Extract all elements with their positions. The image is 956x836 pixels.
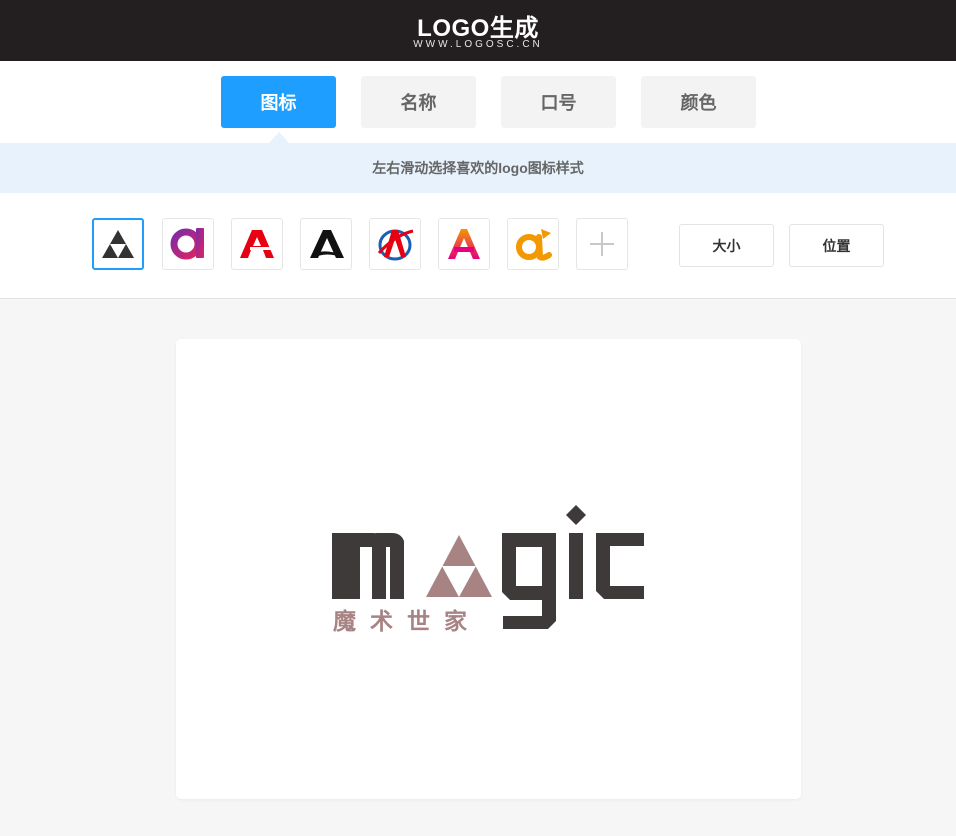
icon-option-add[interactable] — [576, 218, 628, 270]
position-button[interactable]: 位置 — [789, 224, 884, 267]
letter-a-orange-icon — [516, 229, 552, 261]
icon-option-gradient-a[interactable] — [162, 218, 214, 270]
icon-option-red-a[interactable] — [231, 218, 283, 270]
brand-url: WWW.LOGOSC.CN — [413, 39, 543, 50]
letter-a-orbit-icon — [377, 229, 414, 261]
logo-letter-i — [566, 505, 586, 599]
icon-option-triforce[interactable] — [92, 218, 144, 270]
logo-letter-m — [332, 533, 404, 599]
tab-color[interactable]: 颜色 — [641, 76, 756, 128]
letter-a-pink-icon — [448, 229, 480, 259]
letter-a-black-icon — [310, 230, 344, 258]
letter-a-red-icon — [240, 230, 274, 258]
triforce-icon — [102, 230, 134, 258]
hint-text: 左右滑动选择喜欢的logo图标样式 — [0, 143, 956, 193]
tab-icon[interactable]: 图标 — [221, 76, 336, 128]
tab-bar: 图标 名称 口号 颜色 — [0, 61, 956, 143]
brand-title[interactable]: LOGO生成 — [0, 8, 956, 43]
logo-subtitle: 魔术世家 — [333, 608, 481, 635]
plus-icon — [590, 232, 614, 256]
tab-slogan[interactable]: 口号 — [501, 76, 616, 128]
top-bar: LOGO生成 WWW.LOGOSC.CN — [0, 0, 956, 61]
icon-option-orbit-a[interactable] — [369, 218, 421, 270]
logo-triforce-icon — [426, 535, 492, 597]
size-button[interactable]: 大小 — [679, 224, 774, 267]
logo-preview-canvas: 魔术世家 — [176, 339, 801, 799]
letter-a-gradient-icon — [170, 228, 204, 260]
icon-option-pink-a[interactable] — [438, 218, 490, 270]
icon-option-orange-a[interactable] — [507, 218, 559, 270]
tab-name[interactable]: 名称 — [361, 76, 476, 128]
logo-letter-g — [502, 533, 556, 629]
icon-option-black-a[interactable] — [300, 218, 352, 270]
logo-letter-c — [596, 533, 644, 599]
logo-preview: 魔术世家 — [332, 505, 644, 635]
active-tab-pointer — [269, 132, 289, 143]
icon-picker: 大小 位置 — [0, 193, 956, 299]
